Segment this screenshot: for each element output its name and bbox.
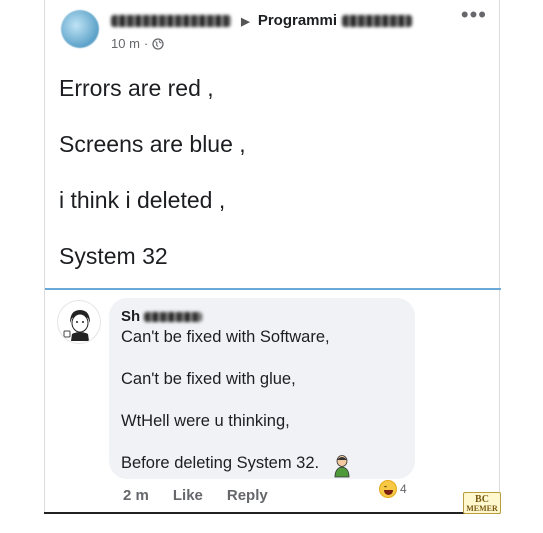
commenter-avatar[interactable] [57, 300, 101, 344]
commenter-line: Sh [121, 308, 403, 325]
post-meta: 10 m · [111, 36, 164, 51]
reply-button[interactable]: Reply [227, 487, 268, 504]
globe-icon [152, 37, 164, 50]
post-line: i think i deleted , [59, 187, 226, 213]
reaction-count: 4 [400, 482, 407, 496]
comment-time[interactable]: 2 m [123, 487, 149, 504]
post-header: ▶ Programmi 10 m · ••• [61, 4, 486, 56]
post-line: Screens are blue , [59, 131, 246, 157]
watermark-line2: MEMER [466, 504, 498, 513]
haha-reaction-icon [379, 480, 397, 498]
more-options-icon[interactable]: ••• [461, 4, 487, 26]
comment-line: Before deleting System 32. [121, 454, 320, 472]
commenter-avatar-image [63, 310, 90, 341]
commenter-name-redacted[interactable] [144, 311, 203, 322]
comment-line: Can't be fixed with Software, [121, 328, 330, 346]
post-line: Errors are red , [59, 75, 214, 101]
comment-actions: 2 m Like Reply [123, 487, 268, 504]
comment-bubble: Sh Can't be fixed with Software, Can't b… [109, 298, 415, 479]
like-button[interactable]: Like [173, 487, 203, 504]
author-avatar[interactable] [61, 10, 99, 48]
triangle-right-icon: ▶ [241, 16, 250, 28]
reaction-summary[interactable]: 4 [379, 480, 407, 498]
author-name-redacted[interactable] [111, 15, 231, 28]
watermark-logo: BC MEMER [463, 492, 501, 514]
post-card: ▶ Programmi 10 m · ••• Errors are red , … [44, 0, 501, 512]
watermark-line1: BC [475, 494, 489, 505]
meta-separator: · [143, 36, 149, 51]
person-sticker-icon [334, 455, 350, 478]
post-divider [45, 288, 501, 290]
comment-line: WtHell were u thinking, [121, 412, 290, 430]
post-time[interactable]: 10 m [111, 36, 140, 51]
author-line: ▶ Programmi [111, 12, 413, 29]
bottom-rule [44, 512, 500, 514]
group-name[interactable]: Programmi [258, 12, 337, 29]
comment-line: Can't be fixed with glue, [121, 370, 296, 388]
commenter-name[interactable]: Sh [121, 308, 140, 325]
group-name-redacted[interactable] [342, 15, 413, 28]
post-body: Errors are red , Screens are blue , i th… [59, 74, 479, 298]
